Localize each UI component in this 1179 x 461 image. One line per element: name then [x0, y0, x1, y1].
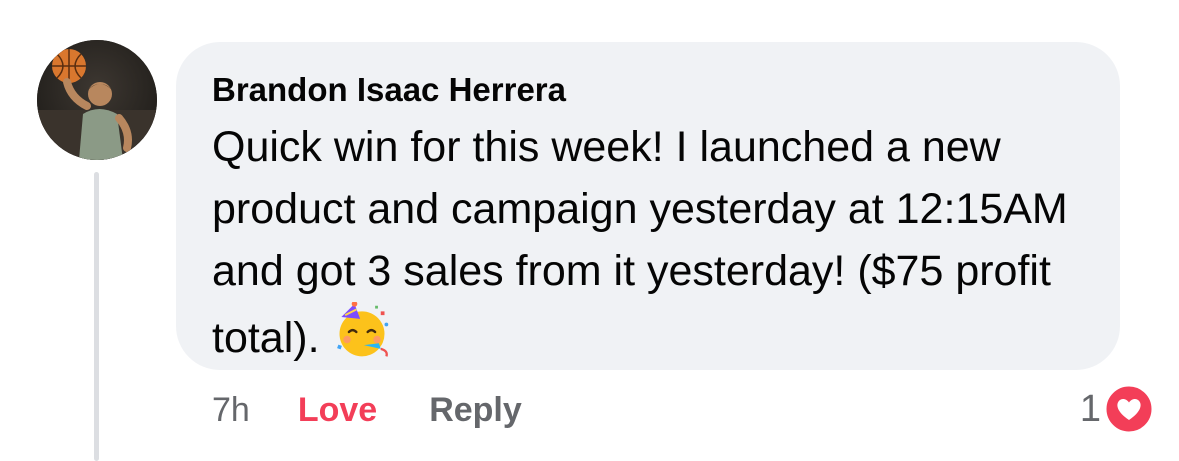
partying-face-icon — [336, 302, 388, 357]
comment-body: Quick win for this week! I launched a ne… — [212, 116, 1092, 369]
comment-bubble: Brandon Isaac Herrera Quick win for this… — [176, 42, 1120, 370]
reaction-count: 1 — [1079, 387, 1101, 430]
reaction-summary[interactable]: 1 — [1080, 383, 1155, 435]
love-heart-icon — [1103, 383, 1155, 435]
reply-button[interactable]: Reply — [429, 391, 522, 430]
comment-timestamp[interactable]: 7h — [212, 391, 250, 430]
avatar[interactable] — [37, 40, 157, 160]
thread-line — [94, 172, 99, 461]
comment-actions: 7h Love Reply — [212, 388, 522, 432]
avatar-photo — [37, 40, 157, 160]
comment-author[interactable]: Brandon Isaac Herrera — [212, 70, 1084, 110]
love-button[interactable]: Love — [298, 391, 377, 430]
